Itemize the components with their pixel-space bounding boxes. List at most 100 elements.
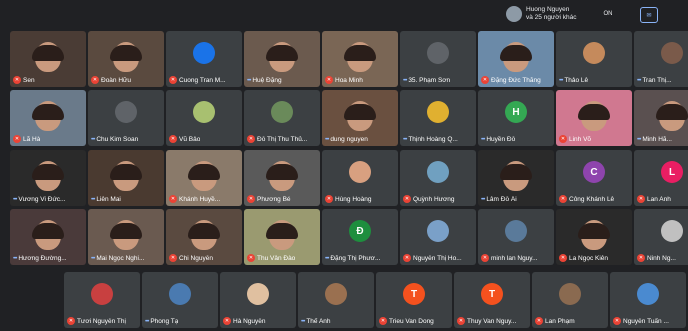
participant-name: Chu Kim Soan bbox=[96, 136, 139, 143]
participant-label: ••• Huệ Đặng bbox=[247, 77, 282, 84]
participant-label: ✕ Khánh Huyề... bbox=[169, 195, 220, 203]
participant-video-hair bbox=[578, 223, 610, 239]
participant-label: ✕ Tươi Nguyễn Thị bbox=[67, 317, 126, 325]
participant-tile[interactable]: ••• 35. Phạm Sơn bbox=[400, 31, 476, 87]
participant-tile[interactable]: ••• Minh Hằ... bbox=[634, 90, 688, 146]
participant-tile[interactable]: ✕ Ninh Ng... bbox=[634, 209, 688, 265]
mic-muted-icon: ✕ bbox=[247, 195, 255, 203]
participant-label: ••• Thịnh Hoàng Q... bbox=[403, 136, 458, 143]
participant-tile[interactable]: ✕ Hà Nguyễn bbox=[220, 272, 296, 328]
participant-tile[interactable]: ••• Thảo Lê bbox=[556, 31, 632, 87]
participant-label: ✕ Nguyễn Thị Ho... bbox=[403, 254, 462, 262]
participant-label: ✕ Ninh Ng... bbox=[637, 254, 676, 262]
participant-tile[interactable]: ••• Liên Mai bbox=[88, 150, 164, 206]
participant-tile[interactable]: ✕ Nguyễn Tuấn ... bbox=[610, 272, 686, 328]
participant-name: Minh Hằ... bbox=[642, 136, 672, 143]
participant-label: ••• Lâm Đỗ Ái bbox=[481, 196, 517, 203]
participant-name: Mai Ngọc Nghi... bbox=[96, 255, 145, 262]
participant-tile[interactable]: ••• Huệ Đặng bbox=[244, 31, 320, 87]
mic-muted-icon: ✕ bbox=[613, 317, 621, 325]
participant-tile[interactable]: ••• Mai Ngọc Nghi... bbox=[88, 209, 164, 265]
participant-tile[interactable]: ••• Phong Tạ bbox=[142, 272, 218, 328]
participant-label: ✕ Đặng Đức Thắng bbox=[481, 76, 541, 84]
participant-name: Hoa Minh bbox=[335, 76, 363, 84]
participant-tile[interactable]: H ••• Huyền Đỗ bbox=[478, 90, 554, 146]
participant-avatar bbox=[427, 101, 449, 123]
participant-tile[interactable]: ✕ Tươi Nguyễn Thị bbox=[64, 272, 140, 328]
participant-label: ✕ Lan Anh bbox=[637, 195, 671, 203]
participant-tile[interactable]: ✕ Lã Hà bbox=[10, 90, 86, 146]
participant-tile[interactable]: ✕ Chi Nguyễn bbox=[166, 209, 242, 265]
participant-avatar bbox=[583, 42, 605, 64]
speaking-indicator-icon: ••• bbox=[559, 77, 563, 84]
speaking-indicator-icon: ••• bbox=[91, 136, 95, 143]
participant-tile[interactable]: ••• Chu Kim Soan bbox=[88, 90, 164, 146]
mic-muted-icon: ✕ bbox=[559, 254, 567, 262]
participant-tile[interactable]: ✕ Thu Vân Đào bbox=[244, 209, 320, 265]
participant-video-hair bbox=[344, 45, 376, 61]
participant-name: Thế Anh bbox=[306, 318, 331, 325]
participant-tile[interactable]: ✕ Đỗ Thị Thu Thủ... bbox=[244, 90, 320, 146]
pin-toggle-button[interactable]: ON bbox=[600, 7, 616, 21]
participant-name: Huyền Đỗ bbox=[486, 136, 516, 143]
participant-tile[interactable]: ✕ Lan Phạm bbox=[532, 272, 608, 328]
participant-label: ✕ Hoa Minh bbox=[325, 76, 363, 84]
participant-tile[interactable]: ✕ Vũ Bảo bbox=[166, 90, 242, 146]
participant-label: ••• Huyền Đỗ bbox=[481, 136, 515, 143]
participant-name: Đặng Đức Thắng bbox=[491, 76, 541, 84]
participant-tile[interactable]: Đ ••• Đặng Thị Phươ... bbox=[322, 209, 398, 265]
participant-label: ✕ Lã Hà bbox=[13, 135, 40, 143]
participant-name: Khánh Huyề... bbox=[179, 195, 221, 203]
mic-muted-icon: ✕ bbox=[247, 135, 255, 143]
participant-tile[interactable]: C ✕ Công Khánh Lê bbox=[556, 150, 632, 206]
participant-tile[interactable]: ••• Tran Thị... bbox=[634, 31, 688, 87]
participant-tile[interactable]: ✕ Hùng Hoàng bbox=[322, 150, 398, 206]
presenter-chip[interactable]: Huong Nguyen và 25 người khác bbox=[506, 6, 577, 22]
participant-tile[interactable]: ✕ Sen bbox=[10, 31, 86, 87]
participant-tile[interactable]: ✕ Quỳnh Hương bbox=[400, 150, 476, 206]
participant-tile[interactable]: T ✕ Thuy Van Nguy... bbox=[454, 272, 530, 328]
participant-label: ••• Thế Anh bbox=[301, 318, 331, 325]
participant-avatar: T bbox=[481, 283, 503, 305]
participant-label: ✕ Phương Bé bbox=[247, 195, 291, 203]
participant-tile[interactable]: ✕ La Ngọc Kiên bbox=[556, 209, 632, 265]
participant-tile[interactable]: ••• Thế Anh bbox=[298, 272, 374, 328]
participant-avatar: H bbox=[505, 101, 527, 123]
participant-tile[interactable]: ✕ Cuong Tran M... bbox=[166, 31, 242, 87]
participant-name: Sen bbox=[23, 76, 35, 84]
participant-tile[interactable]: ••• Hương Đường... bbox=[10, 209, 86, 265]
speaking-indicator-icon: ••• bbox=[637, 136, 641, 143]
participant-tile[interactable]: ✕ Khánh Huyề... bbox=[166, 150, 242, 206]
mic-muted-icon: ✕ bbox=[169, 76, 177, 84]
participant-tile[interactable]: ✕ minh lan Nguy... bbox=[478, 209, 554, 265]
participant-tile[interactable]: ••• dung nguyen bbox=[322, 90, 398, 146]
participant-video-hair bbox=[266, 223, 298, 239]
participant-tile[interactable]: ✕ Đoàn Hữu bbox=[88, 31, 164, 87]
participant-label: ✕ Hùng Hoàng bbox=[325, 195, 372, 203]
participant-tile[interactable]: ✕ Hoa Minh bbox=[322, 31, 398, 87]
participant-label: ••• Minh Hằ... bbox=[637, 136, 672, 143]
participant-avatar: T bbox=[403, 283, 425, 305]
participant-tile[interactable]: ✕ Linh Võ bbox=[556, 90, 632, 146]
participant-tile[interactable]: ••• Vương Vi Đức... bbox=[10, 150, 86, 206]
participant-avatar bbox=[91, 283, 113, 305]
participant-tile[interactable]: L ✕ Lan Anh bbox=[634, 150, 688, 206]
chat-icon[interactable]: ✉ bbox=[640, 7, 658, 23]
participant-tile[interactable]: ✕ Đặng Đức Thắng bbox=[478, 31, 554, 87]
participant-label: ✕ La Ngọc Kiên bbox=[559, 254, 608, 262]
mic-muted-icon: ✕ bbox=[559, 195, 567, 203]
pin-label: ON bbox=[603, 11, 613, 17]
participant-tile[interactable]: ✕ Nguyễn Thị Ho... bbox=[400, 209, 476, 265]
participant-name: Huệ Đặng bbox=[252, 77, 282, 84]
participant-tile[interactable]: ✕ Phương Bé bbox=[244, 150, 320, 206]
speaking-indicator-icon: ••• bbox=[13, 196, 17, 203]
participant-label: ••• dung nguyen bbox=[325, 136, 368, 143]
participant-tile[interactable]: T ✕ Trieu Van Dong bbox=[376, 272, 452, 328]
participant-label: ✕ Đoàn Hữu bbox=[91, 76, 131, 84]
participant-name: Hà Nguyễn bbox=[233, 317, 266, 325]
participant-video-hair bbox=[344, 104, 376, 120]
participant-tile[interactable]: ••• Thịnh Hoàng Q... bbox=[400, 90, 476, 146]
mic-muted-icon: ✕ bbox=[457, 317, 465, 325]
participant-tile[interactable]: ••• Lâm Đỗ Ái bbox=[478, 150, 554, 206]
participant-label: ✕ minh lan Nguy... bbox=[481, 254, 537, 262]
